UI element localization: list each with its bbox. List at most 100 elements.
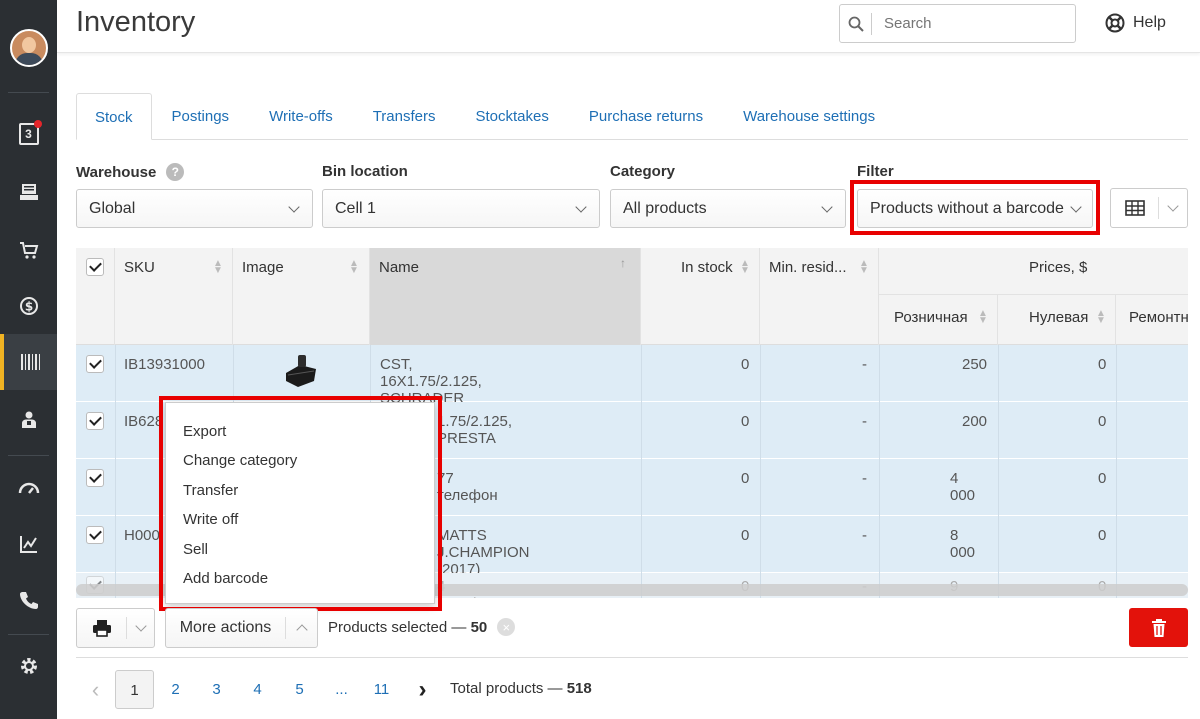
cell-name: 1.75/2.125, PRESTA <box>437 413 513 447</box>
table-grid-icon <box>1111 197 1159 219</box>
tab-purchase-returns[interactable]: Purchase returns <box>569 93 723 140</box>
user-avatar[interactable] <box>10 29 48 67</box>
column-in-stock[interactable]: In stock ▲ ▼ <box>641 248 760 345</box>
trash-icon <box>1151 618 1166 637</box>
notification-count: 3 <box>25 127 32 141</box>
print-button[interactable] <box>76 608 155 648</box>
sidebar-divider <box>8 455 49 456</box>
columns-button[interactable] <box>1110 188 1188 228</box>
sidebar-divider <box>8 634 49 635</box>
column-name[interactable]: Name ↑ <box>370 248 641 345</box>
cell-in-stock: 0 <box>741 356 750 373</box>
sidebar-item-inventory[interactable] <box>0 334 57 390</box>
sort-icon: ▲ ▼ <box>740 258 750 276</box>
column-sku-label: SKU <box>124 259 155 276</box>
prices-group-label: Prices, $ <box>1029 259 1088 276</box>
tab-transfers[interactable]: Transfers <box>353 93 456 140</box>
page-ellipsis[interactable]: ... <box>322 670 361 709</box>
page-4[interactable]: 4 <box>238 670 277 709</box>
column-repair[interactable]: Ремонтн <box>1116 294 1188 345</box>
row-checkbox[interactable] <box>86 412 104 430</box>
chevron-up-icon <box>286 622 317 636</box>
cell-min-residual: - <box>862 356 867 373</box>
sort-up-icon: ↑ <box>620 256 626 270</box>
help-label: Help <box>1133 14 1166 31</box>
row-checkbox[interactable] <box>86 469 104 487</box>
tab-warehouse-settings[interactable]: Warehouse settings <box>723 93 895 140</box>
chevron-down-icon <box>288 200 300 213</box>
select-all-checkbox[interactable] <box>86 258 104 276</box>
select-all-header <box>76 248 115 345</box>
tab-stock[interactable]: Stock <box>76 93 152 140</box>
column-retail[interactable]: Розничная ▲ ▼ <box>879 294 998 345</box>
sort-icon: ▲ ▼ <box>978 308 988 326</box>
sidebar-item-cart[interactable] <box>0 222 57 278</box>
column-sku[interactable]: SKU ▲ ▼ <box>115 248 233 345</box>
sidebar-item-calendar[interactable]: 3 <box>0 106 57 162</box>
sidebar-item-register[interactable] <box>0 164 57 220</box>
warehouse-filter-label: Warehouse ? <box>76 163 185 181</box>
column-divider <box>641 345 642 598</box>
svg-text:$: $ <box>24 300 32 314</box>
calendar-icon: 3 <box>18 120 42 145</box>
bin-value: Cell 1 <box>335 199 376 217</box>
page-2[interactable]: 2 <box>156 670 195 709</box>
sidebar-item-staff[interactable] <box>0 392 57 448</box>
sort-icon: ▲ ▼ <box>213 258 223 276</box>
chevron-down-icon <box>127 620 154 632</box>
bin-label-text: Bin location <box>322 163 408 180</box>
bin-location-select[interactable]: Cell 1 <box>322 189 600 228</box>
warehouse-select[interactable]: Global <box>76 189 313 228</box>
sort-icon: ▲ ▼ <box>859 258 869 276</box>
sidebar-divider <box>8 92 49 93</box>
warehouse-value: Global <box>89 199 136 217</box>
sidebar-item-settings[interactable] <box>0 638 57 694</box>
bulk-action-bar: More actions Products selected — 50 × <box>76 598 1188 658</box>
lifebuoy-icon <box>1105 13 1125 33</box>
cell-zero: 0 <box>1098 356 1107 373</box>
search-box[interactable] <box>839 4 1076 43</box>
row-checkbox[interactable] <box>86 355 104 373</box>
delete-button[interactable] <box>1129 608 1188 647</box>
sidebar: 3 $ <box>0 0 57 719</box>
next-page-icon[interactable]: › <box>403 670 442 709</box>
clear-selection-icon[interactable]: × <box>497 618 516 636</box>
sidebar-item-calls[interactable] <box>0 572 57 628</box>
question-icon[interactable]: ? <box>166 163 185 181</box>
column-min-residual[interactable]: Min. resid... ▲ ▼ <box>760 248 879 345</box>
sidebar-item-dashboard[interactable] <box>0 460 57 516</box>
row-checkbox[interactable] <box>86 526 104 544</box>
table-row[interactable]: IB13931000 CST, 16X1.75/2.125, SCHRADER … <box>76 345 1188 407</box>
page-11[interactable]: 11 <box>362 670 401 709</box>
cell-retail: 250 <box>962 356 988 373</box>
inventory-tabs: Stock Postings Write-offs Transfers Stoc… <box>76 93 1188 140</box>
sort-icon: ▲ ▼ <box>1096 308 1106 326</box>
more-actions-button[interactable]: More actions <box>165 608 318 648</box>
column-zero[interactable]: Нулевая ▲ ▼ <box>998 294 1116 345</box>
cart-icon <box>19 242 38 259</box>
bin-filter-label: Bin location <box>322 163 408 180</box>
column-image[interactable]: Image ▲ ▼ <box>233 248 370 345</box>
cell-min-residual: - <box>862 413 867 430</box>
search-icon <box>840 12 872 35</box>
notification-dot <box>33 120 42 128</box>
cell-min-residual: - <box>862 527 867 544</box>
help-link[interactable]: Help <box>1105 13 1166 33</box>
page-1[interactable]: 1 <box>115 670 154 709</box>
tab-postings[interactable]: Postings <box>152 93 250 140</box>
column-in-stock-label: In stock <box>681 259 733 276</box>
sidebar-item-finance[interactable]: $ <box>0 278 57 334</box>
page-5[interactable]: 5 <box>280 670 319 709</box>
prev-page-icon[interactable]: ‹ <box>76 670 115 709</box>
column-divider <box>1116 345 1117 598</box>
column-divider <box>115 345 116 598</box>
search-input[interactable] <box>884 15 1064 32</box>
page-3[interactable]: 3 <box>197 670 236 709</box>
sidebar-item-analytics[interactable] <box>0 516 57 572</box>
column-min-residual-label: Min. resid... <box>769 259 847 276</box>
tab-write-offs[interactable]: Write-offs <box>249 93 353 140</box>
tab-stocktakes[interactable]: Stocktakes <box>456 93 569 140</box>
column-divider <box>998 345 999 598</box>
sort-icon: ▲ ▼ <box>349 258 359 276</box>
category-select[interactable]: All products <box>610 189 846 228</box>
